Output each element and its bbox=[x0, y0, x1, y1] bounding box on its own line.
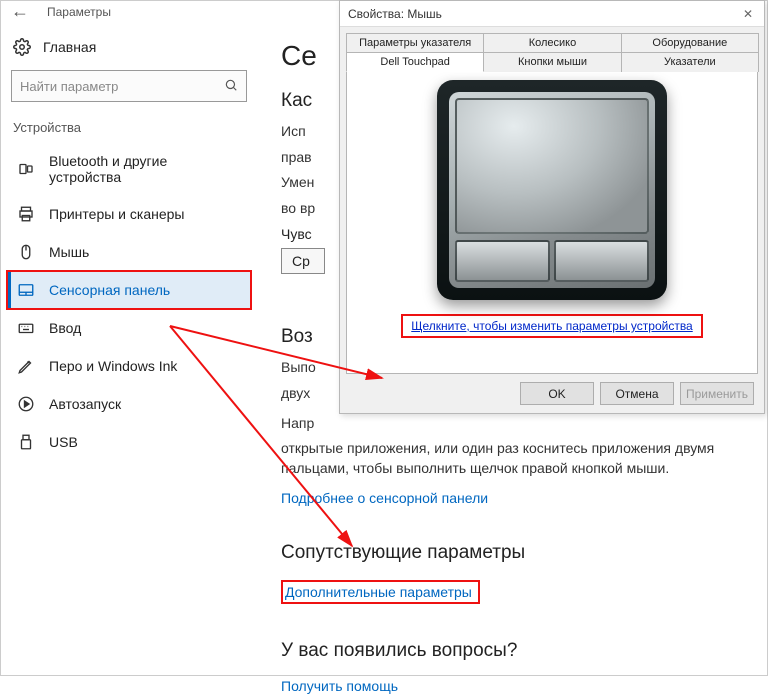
nav-label: Bluetooth и другие устройства bbox=[49, 153, 241, 185]
sidebar-item-usb[interactable]: USB bbox=[7, 423, 251, 461]
cancel-button[interactable]: Отмена bbox=[600, 382, 674, 405]
sidebar-item-printers[interactable]: Принтеры и сканеры bbox=[7, 195, 251, 233]
sidebar-item-autoplay[interactable]: Автозапуск bbox=[7, 385, 251, 423]
more-link[interactable]: Подробнее о сенсорной панели bbox=[281, 490, 488, 506]
search-input[interactable]: Найти параметр bbox=[11, 70, 247, 102]
nav-label: Принтеры и сканеры bbox=[49, 206, 184, 222]
printer-icon bbox=[17, 205, 35, 223]
apply-button[interactable]: Применить bbox=[680, 382, 754, 405]
sidebar-item-typing[interactable]: Ввод bbox=[7, 309, 251, 347]
sidebar-item-pen[interactable]: Перо и Windows Ink bbox=[7, 347, 251, 385]
section-title: Сопутствующие параметры bbox=[281, 542, 747, 564]
advanced-settings-link[interactable]: Дополнительные параметры bbox=[281, 580, 480, 604]
mouse-icon bbox=[17, 243, 35, 261]
tab-body: Щелкните, чтобы изменить параметры устро… bbox=[346, 72, 758, 374]
tab-hardware[interactable]: Оборудование bbox=[621, 33, 759, 52]
usb-icon bbox=[17, 433, 35, 451]
sidebar: Главная Найти параметр Устройства Blueto… bbox=[1, 22, 261, 694]
pen-icon bbox=[17, 357, 35, 375]
bluetooth-icon bbox=[17, 160, 35, 178]
group-label: Устройства bbox=[7, 116, 251, 143]
close-icon[interactable]: ✕ bbox=[740, 7, 756, 21]
help-link[interactable]: Получить помощь bbox=[281, 678, 398, 694]
tab-buttons[interactable]: Кнопки мыши bbox=[483, 52, 621, 72]
nav-label: Ввод bbox=[49, 320, 81, 336]
dialog-title: Свойства: Мышь bbox=[348, 7, 442, 21]
section-title: У вас появились вопросы? bbox=[281, 640, 747, 662]
home-label: Главная bbox=[43, 39, 96, 55]
touchpad-image bbox=[437, 80, 667, 300]
autoplay-icon bbox=[17, 395, 35, 413]
search-placeholder: Найти параметр bbox=[20, 79, 224, 94]
touchpad-icon bbox=[17, 281, 35, 299]
dialog-titlebar: Свойства: Мышь ✕ bbox=[340, 1, 764, 27]
nav-label: Сенсорная панель bbox=[49, 282, 170, 298]
window-title: Параметры bbox=[47, 5, 111, 19]
dialog-buttons: OK Отмена Применить bbox=[340, 374, 764, 413]
text: Напр bbox=[281, 414, 747, 434]
nav-label: Перо и Windows Ink bbox=[49, 358, 177, 374]
tabs: Параметры указателя Колесико Оборудовани… bbox=[340, 27, 764, 72]
tab-dell-touchpad[interactable]: Dell Touchpad bbox=[346, 52, 484, 72]
search-icon bbox=[224, 78, 238, 95]
tab-wheel[interactable]: Колесико bbox=[483, 33, 621, 52]
keyboard-icon bbox=[17, 319, 35, 337]
ok-button[interactable]: OK bbox=[520, 382, 594, 405]
sensitivity-dropdown[interactable]: Ср bbox=[281, 248, 325, 274]
back-icon[interactable]: ← bbox=[11, 1, 29, 22]
sidebar-item-mouse[interactable]: Мышь bbox=[7, 233, 251, 271]
sidebar-item-touchpad[interactable]: Сенсорная панель bbox=[7, 271, 251, 309]
change-settings-link[interactable]: Щелкните, чтобы изменить параметры устро… bbox=[401, 314, 702, 338]
gear-icon bbox=[13, 38, 31, 56]
nav-label: Мышь bbox=[49, 244, 89, 260]
home-row[interactable]: Главная bbox=[7, 32, 251, 62]
nav-label: USB bbox=[49, 434, 78, 450]
tab-pointers[interactable]: Указатели bbox=[621, 52, 759, 72]
tab-pointer-options[interactable]: Параметры указателя bbox=[346, 33, 484, 52]
mouse-properties-dialog: Свойства: Мышь ✕ Параметры указателя Кол… bbox=[339, 0, 765, 414]
text: открытые приложения, или один раз коснит… bbox=[281, 439, 747, 478]
nav-label: Автозапуск bbox=[49, 396, 121, 412]
sidebar-item-bluetooth[interactable]: Bluetooth и другие устройства bbox=[7, 143, 251, 195]
